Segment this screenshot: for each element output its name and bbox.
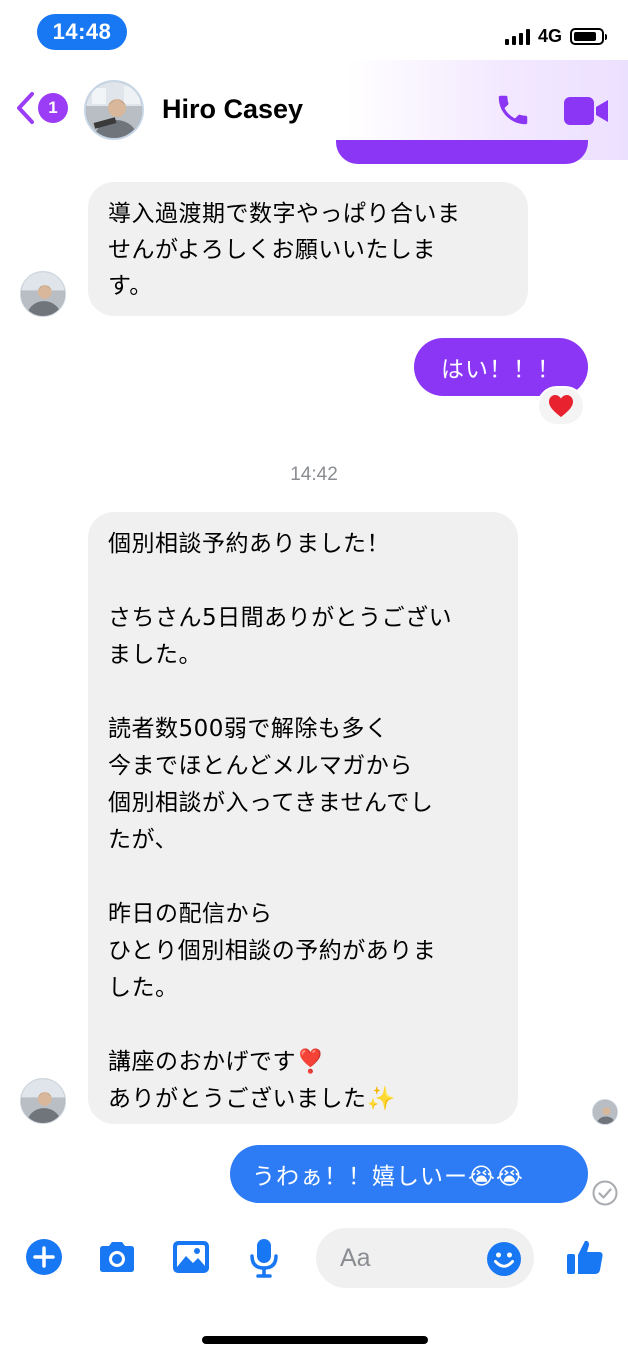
sent-check-icon (592, 1180, 618, 1210)
previous-outgoing-bubble (336, 140, 588, 164)
status-indicators: 4G (504, 26, 607, 47)
contact-avatar[interactable] (84, 80, 144, 140)
message-input[interactable] (340, 1228, 490, 1288)
status-time: 14:48 (37, 14, 127, 50)
gallery-button[interactable] (171, 1237, 211, 1281)
outgoing-message[interactable]: うわぁ！！嬉しいー😭😭 (230, 1145, 588, 1203)
heart-reaction[interactable] (537, 386, 585, 426)
message-timestamp: 14:42 (290, 464, 338, 485)
message-line: たが、 (108, 827, 179, 853)
plus-icon (26, 1239, 62, 1275)
message-line: 昨日の配信から (108, 901, 273, 927)
message-line (108, 563, 518, 600)
sender-avatar[interactable] (20, 271, 66, 317)
microphone-icon (250, 1239, 278, 1278)
seen-indicator-avatar (592, 1099, 618, 1125)
image-icon (173, 1241, 209, 1273)
voice-message-button[interactable] (248, 1237, 280, 1283)
message-line: 今までほとんどメルマガから (108, 753, 413, 779)
message-line (108, 674, 518, 711)
unread-badge: 1 (38, 93, 68, 123)
call-button[interactable] (494, 91, 532, 133)
home-indicator (202, 1336, 428, 1344)
heart-icon (549, 395, 573, 417)
back-button[interactable]: 1 (14, 91, 68, 125)
message-line: 個別相談が入ってきませんでし (108, 790, 434, 816)
message-line: ひとり個別相談の予約がありま (108, 938, 437, 964)
emoji-icon (487, 1242, 521, 1276)
network-type: 4G (537, 26, 562, 46)
thumbs-up-icon (567, 1240, 603, 1274)
message-line (108, 1007, 518, 1044)
like-button[interactable] (565, 1237, 605, 1281)
signal-icon (504, 28, 530, 45)
incoming-message[interactable]: 導入過渡期で数字やっぱり合いま せんがよろしくお願いいたしま す。 (88, 182, 528, 316)
battery-icon (570, 28, 607, 45)
message-line: ました。 (108, 642, 202, 668)
message-line: 導入過渡期で数字やっぱり合いま (108, 201, 461, 227)
camera-button[interactable] (96, 1237, 138, 1281)
more-actions-button[interactable] (24, 1237, 64, 1281)
message-line: した。 (108, 975, 179, 1001)
message-line: ありがとうございました✨ (108, 1086, 396, 1112)
message-line: 講座のおかげです❣️ (108, 1049, 326, 1075)
camera-icon (100, 1242, 134, 1272)
message-line (108, 859, 518, 896)
phone-icon (498, 95, 528, 125)
video-call-button[interactable] (563, 95, 609, 131)
message-line: 個別相談予約ありました！ (108, 531, 390, 557)
message-line: す。 (108, 273, 153, 299)
emoji-button[interactable] (486, 1241, 522, 1281)
message-line: さちさん5日間ありがとうござい (108, 605, 453, 631)
incoming-message[interactable]: 個別相談予約ありました！ さちさん5日間ありがとうござい ました。 読者数500… (88, 512, 518, 1124)
video-camera-icon (564, 97, 608, 125)
chevron-left-icon (17, 92, 34, 124)
message-line: せんがよろしくお願いいたしま (108, 237, 436, 263)
sender-avatar[interactable] (20, 1078, 66, 1124)
message-line: 読者数500弱で解除も多く (108, 716, 389, 742)
contact-name[interactable]: Hiro Casey (162, 94, 303, 125)
